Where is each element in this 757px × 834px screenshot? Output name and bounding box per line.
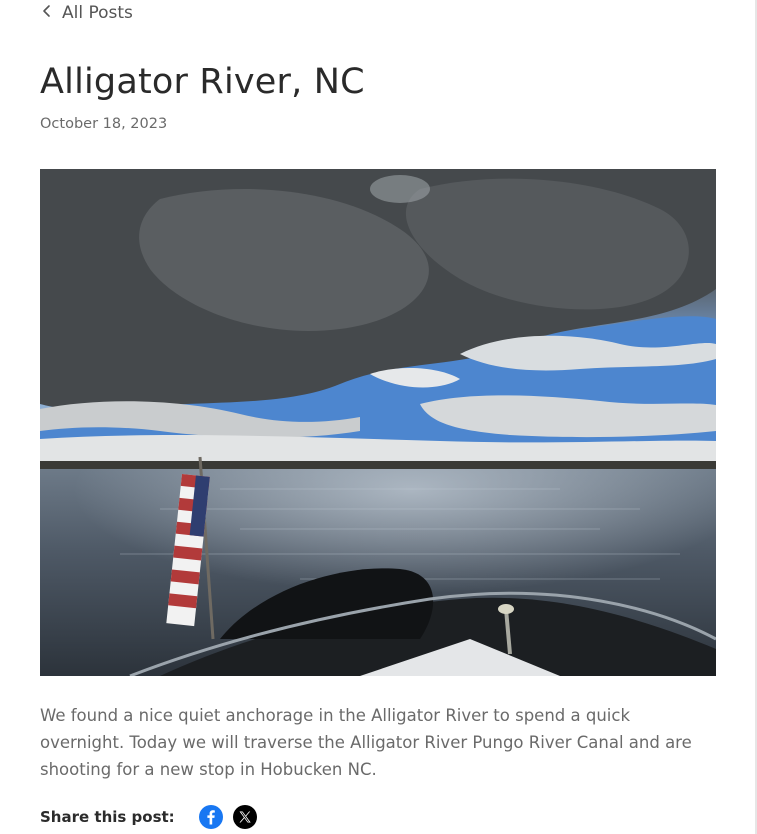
blog-post-page: All Posts Alligator River, NC October 18… (0, 0, 757, 834)
chevron-left-icon (40, 3, 54, 23)
post-hero-image (40, 169, 716, 676)
post-body: We found a nice quiet anchorage in the A… (40, 706, 692, 779)
x-icon[interactable] (232, 805, 257, 829)
share-label: Share this post: (40, 808, 175, 826)
post-title: Alligator River, NC (40, 62, 365, 102)
facebook-icon[interactable] (198, 805, 223, 829)
all-posts-label: All Posts (62, 3, 133, 23)
all-posts-link[interactable]: All Posts (40, 3, 133, 23)
share-bar: Share this post: (40, 805, 257, 829)
post-date: October 18, 2023 (40, 116, 168, 132)
